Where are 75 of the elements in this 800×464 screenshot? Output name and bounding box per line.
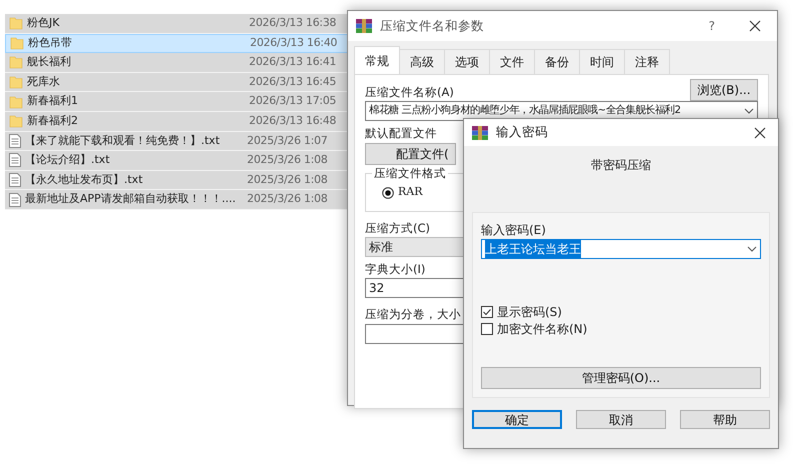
file-row[interactable]: 【论坛介绍】.txt 2025/3/26 1:08: [5, 151, 350, 171]
modified-date: 2025/3/26 1:08: [247, 191, 328, 208]
window-title: 输入密码: [496, 123, 549, 142]
file-row[interactable]: 最新地址及APP请发邮箱自动获取！！！.... 2025/3/26 1:08: [5, 190, 350, 210]
radio-button[interactable]: [382, 186, 394, 198]
modified-date: 2025/3/26 1:08: [247, 152, 328, 168]
window-title: 压缩文件名和参数: [380, 16, 485, 35]
field-value: 标准: [369, 239, 393, 256]
field-label: 压缩为分卷，大小: [365, 306, 461, 324]
option-label: 显示密码(S): [497, 304, 562, 320]
file-row[interactable]: 舰长福利 2026/3/13 16:41: [5, 53, 350, 73]
file-name: 【永久地址发布页】.txt: [24, 172, 144, 188]
close-icon[interactable]: [754, 126, 766, 138]
file-row[interactable]: 死库水 2026/3/13 16:45: [5, 72, 350, 92]
checkbox[interactable]: [481, 306, 493, 318]
file-row[interactable]: 粉色吊带 2026/3/13 16:40: [5, 34, 350, 54]
file-row[interactable]: 【永久地址发布页】.txt 2025/3/26 1:08: [5, 170, 350, 190]
app-logo-icon: [356, 19, 372, 33]
tab[interactable]: 注释: [624, 49, 670, 74]
tab[interactable]: 常规: [354, 46, 400, 74]
modified-date: 2026/3/13 17:05: [249, 93, 336, 110]
modified-date: 2026/3/13 16:48: [249, 113, 336, 130]
field-label: 默认配置文件: [365, 125, 437, 142]
document-icon: [9, 192, 21, 207]
folder-icon: [10, 36, 24, 50]
file-row[interactable]: 新春福利2 2026/3/13 16:48: [5, 112, 350, 132]
modified-date: 2026/3/13 16:38: [249, 15, 336, 32]
file-name: 死库水: [26, 74, 61, 90]
option-label: RAR: [398, 184, 423, 200]
checkbox[interactable]: [481, 322, 493, 334]
dialog-heading: 带密码压缩: [591, 157, 651, 174]
help-button[interactable]: ?: [708, 17, 715, 35]
dropdown-caret-icon[interactable]: [747, 246, 757, 252]
app-logo-icon: [472, 126, 488, 140]
file-row[interactable]: 粉色JK 2026/3/13 16:38: [5, 14, 350, 34]
file-row[interactable]: 新春福利1 2026/3/13 17:05: [5, 92, 350, 112]
field-label: 压缩文件名称(A): [365, 84, 454, 101]
field-label: 字典大小(I): [365, 261, 426, 278]
file-name: 【论坛介绍】.txt: [24, 152, 111, 168]
folder-icon: [9, 55, 23, 70]
manage-passwords-button[interactable]: 管理密码(O)...: [481, 367, 761, 389]
browse-button[interactable]: 浏览(B)...: [690, 79, 758, 101]
dropdown-caret-icon[interactable]: [744, 108, 754, 114]
field-label: 输入密码(E): [481, 222, 547, 239]
dialog-button[interactable]: 帮助: [680, 410, 770, 429]
document-icon: [9, 173, 21, 188]
dialog-button[interactable]: 取消: [576, 410, 666, 429]
password-field[interactable]: 上老王论坛当老王: [481, 239, 761, 259]
file-name: 粉色JK: [26, 15, 60, 32]
folder-icon: [9, 75, 23, 90]
dialog-button[interactable]: 确定: [472, 410, 562, 429]
file-name: 舰长福利: [26, 54, 72, 70]
modified-date: 2025/3/26 1:08: [247, 172, 328, 188]
file-name: 【来了就能下载和观看！纯免费！】.txt: [24, 132, 221, 149]
file-name: 粉色吊带: [27, 35, 73, 52]
file-name: 新春福利1: [26, 93, 79, 110]
modified-date: 2025/3/26 1:07: [247, 132, 328, 149]
modified-date: 2026/3/13 16:41: [249, 54, 336, 70]
folder-icon: [9, 94, 23, 109]
file-row[interactable]: 【来了就能下载和观看！纯免费！】.txt 2025/3/26 1:07: [5, 132, 350, 152]
file-name: 最新地址及APP请发邮箱自动获取！！！....: [24, 191, 237, 208]
document-icon: [9, 134, 21, 148]
document-icon: [9, 153, 21, 168]
field-label: 压缩方式(C): [365, 220, 430, 237]
close-icon[interactable]: [749, 20, 761, 32]
option-label: 加密文件名称(N): [497, 320, 588, 338]
field-value: 上老王论坛当老王: [485, 240, 581, 258]
folder-icon: [9, 114, 23, 128]
modified-date: 2026/3/13 16:45: [249, 74, 336, 90]
modified-date: 2026/3/13 16:40: [250, 35, 338, 52]
field-value: 32: [369, 280, 384, 298]
file-name: 新春福利2: [26, 113, 79, 130]
profile-button[interactable]: 配置文件(: [365, 143, 456, 166]
field-value: 棉花糖 三点粉小狗身材的雌堕少年，水晶屌插屁眼哦~全合集舰长福利2: [369, 103, 681, 118]
folder-icon: [9, 16, 23, 30]
